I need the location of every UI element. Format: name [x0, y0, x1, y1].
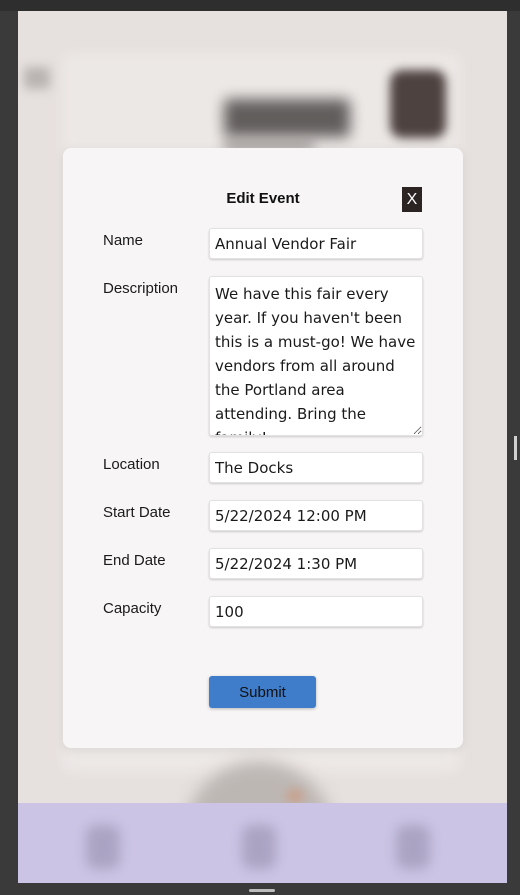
start-date-field[interactable] [209, 500, 423, 531]
nav-profile-icon[interactable] [396, 825, 430, 869]
close-button[interactable]: X [402, 187, 422, 212]
name-label: Name [103, 232, 144, 249]
capacity-label: Capacity [103, 600, 162, 617]
background-event-image [390, 70, 446, 138]
background-decoration-dot [286, 789, 304, 803]
edit-event-modal: Edit Event X Name Description We have th… [63, 148, 463, 748]
window-top-bar [0, 0, 520, 11]
end-date-label: End Date [103, 552, 166, 569]
description-field[interactable]: We have this fair every year. If you hav… [209, 276, 423, 436]
start-date-label: Start Date [103, 504, 171, 521]
background-event-title [224, 99, 350, 137]
submit-button[interactable]: Submit [209, 676, 316, 708]
capacity-field[interactable] [209, 596, 423, 627]
name-field[interactable] [209, 228, 423, 259]
window-resize-handle[interactable] [514, 436, 517, 460]
nav-events-icon[interactable] [242, 825, 276, 869]
home-indicator [249, 889, 275, 892]
background-menu-icon [24, 67, 50, 89]
end-date-field[interactable] [209, 548, 423, 579]
bottom-nav [18, 803, 507, 883]
location-label: Location [103, 456, 160, 473]
nav-home-icon[interactable] [86, 825, 120, 869]
description-label: Description [103, 280, 179, 297]
location-field[interactable] [209, 452, 423, 483]
